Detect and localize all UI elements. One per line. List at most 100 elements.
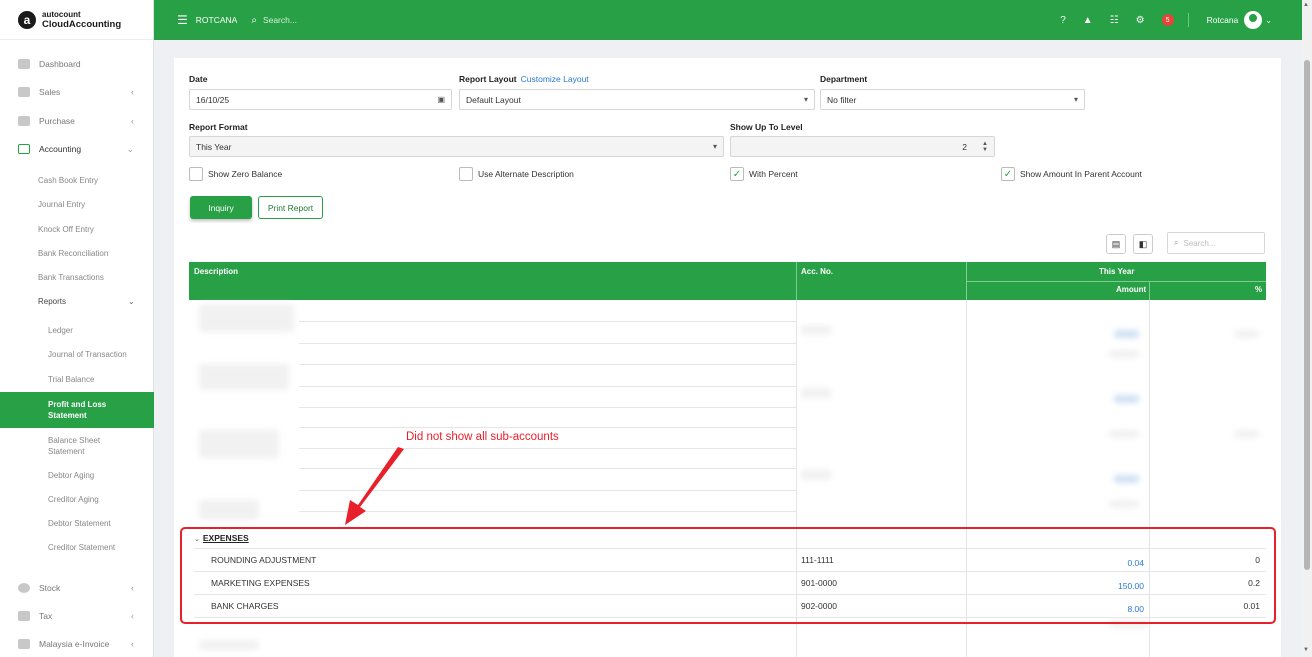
sidebar-item-label: Profit and Loss Statement [48, 400, 107, 420]
sidebar-item-label: Accounting [39, 144, 82, 154]
redacted-block [199, 304, 294, 332]
stock-icon [18, 583, 30, 593]
annotation-highlight-box [180, 527, 1276, 624]
sidebar-item-tax[interactable]: Tax ‹ [0, 604, 154, 628]
sidebar: a autocount CloudAccounting Dashboard Sa… [0, 0, 154, 657]
sidebar-item-balance-sheet-statement[interactable]: Balance Sheet Statement [48, 435, 118, 457]
sidebar-item-dashboard[interactable]: Dashboard [0, 52, 154, 76]
e-invoice-icon [18, 639, 30, 649]
divider [299, 427, 796, 428]
inquiry-button[interactable]: Inquiry [190, 196, 252, 219]
report-layout-value: Default Layout [466, 94, 521, 105]
global-search-input[interactable]: Search... [263, 15, 297, 25]
divider [299, 511, 796, 512]
sidebar-item-debtor-statement[interactable]: Debtor Statement [48, 519, 111, 528]
chevron-left-icon: ‹ [131, 583, 134, 593]
avatar[interactable] [1244, 11, 1263, 29]
checkmark-icon[interactable]: ✓ [1001, 167, 1015, 181]
report-format-select[interactable]: This Year ▾ [189, 136, 724, 157]
checkbox-unchecked-icon[interactable] [459, 167, 473, 181]
divider [299, 490, 796, 491]
gear-icon[interactable]: ⚙ [1136, 15, 1145, 26]
date-field[interactable]: 16/10/25 ▣ [189, 89, 452, 110]
show-up-to-level-stepper[interactable]: 2 ▲ ▼ [730, 136, 995, 157]
sidebar-item-knock-off-entry[interactable]: Knock Off Entry [38, 225, 94, 234]
sidebar-item-sales[interactable]: Sales ‹ [0, 80, 154, 104]
app-logo[interactable]: a autocount CloudAccounting [0, 0, 153, 40]
sidebar-item-cash-book-entry[interactable]: Cash Book Entry [38, 176, 98, 185]
report-layout-label: Report Layout Customize Layout [459, 74, 589, 84]
sidebar-item-label: Reports [38, 297, 67, 306]
divider [299, 407, 796, 408]
redacted-block [1114, 475, 1139, 483]
sidebar-item-profit-and-loss-statement[interactable]: Profit and Loss Statement [0, 392, 154, 428]
hamburger-menu-icon[interactable]: ☰ [177, 13, 188, 27]
use-alternate-description-checkbox[interactable]: Use Alternate Description [459, 167, 574, 181]
columns-toggle-icon[interactable]: ◧ [1133, 234, 1153, 254]
bell-icon[interactable]: ▲ [1083, 15, 1093, 26]
stepper-arrows-icon[interactable]: ▲ ▼ [982, 141, 988, 153]
export-file-icon[interactable]: ▤ [1106, 234, 1126, 254]
company-selector[interactable]: ROTCANA [196, 15, 238, 25]
sidebar-item-creditor-aging[interactable]: Creditor Aging [48, 495, 99, 504]
divider [1187, 13, 1189, 27]
search-icon[interactable]: ⌕ [251, 15, 257, 26]
chevron-down-icon: ⌄ [128, 297, 135, 306]
sidebar-item-stock[interactable]: Stock ‹ [0, 576, 154, 600]
department-select[interactable]: No filter ▾ [820, 89, 1085, 110]
scrollbar-thumb[interactable] [1304, 60, 1310, 570]
sidebar-item-purchase[interactable]: Purchase ‹ [0, 109, 154, 133]
logo-brand-bottom: CloudAccounting [42, 18, 122, 30]
level-value: 2 [962, 141, 967, 152]
divider [299, 468, 796, 469]
show-amount-in-parent-account-checkbox[interactable]: ✓ Show Amount In Parent Account [1001, 167, 1142, 181]
report-layout-select[interactable]: Default Layout ▾ [459, 89, 815, 110]
sidebar-item-ledger[interactable]: Ledger [48, 326, 73, 335]
apps-grid-icon[interactable]: ☷ [1110, 15, 1119, 26]
sidebar-item-bank-transactions[interactable]: Bank Transactions [38, 273, 104, 282]
page-scrollbar[interactable]: ▲ ▼ [1302, 0, 1312, 657]
user-name[interactable]: Rotcana [1207, 15, 1239, 25]
with-percent-checkbox[interactable]: ✓ With Percent [730, 167, 798, 181]
dropdown-caret-icon: ▾ [803, 95, 808, 104]
column-header-description[interactable]: Description [194, 267, 238, 276]
date-label: Date [189, 74, 208, 84]
show-zero-balance-checkbox[interactable]: Show Zero Balance [189, 167, 282, 181]
logo-brand-top: autocount [42, 9, 81, 19]
sidebar-item-journal-of-transaction[interactable]: Journal of Transaction [48, 350, 127, 359]
redacted-block [1109, 500, 1139, 508]
calendar-icon[interactable]: ▣ [437, 95, 445, 104]
divider [299, 343, 796, 344]
sidebar-item-accounting[interactable]: Accounting ⌄ [0, 137, 154, 161]
redacted-block [199, 640, 259, 650]
customize-layout-link[interactable]: Customize Layout [521, 74, 589, 84]
sidebar-item-trial-balance[interactable]: Trial Balance [48, 375, 94, 384]
redacted-block [801, 325, 831, 335]
redacted-block [801, 388, 831, 398]
tax-icon [18, 611, 30, 621]
divider [966, 281, 1266, 282]
show-up-to-level-label: Show Up To Level [730, 122, 803, 132]
help-icon[interactable]: ? [1060, 15, 1066, 26]
table-search-input[interactable]: ⌕ Search... [1167, 232, 1265, 254]
notification-badge[interactable]: 5 [1161, 14, 1174, 26]
sidebar-item-malaysia-e-invoice[interactable]: Malaysia e-Invoice ‹ [0, 632, 154, 656]
sidebar-item-reports[interactable]: Reports ⌄ [38, 297, 148, 306]
divider [299, 386, 796, 387]
scroll-down-icon[interactable]: ▼ [1303, 647, 1309, 653]
column-header-acc-no[interactable]: Acc. No. [801, 267, 833, 276]
sidebar-item-label: Stock [39, 583, 61, 593]
print-report-button[interactable]: Print Report [258, 196, 323, 219]
sidebar-item-bank-reconciliation[interactable]: Bank Reconciliation [38, 249, 108, 258]
checkbox-label: With Percent [749, 169, 798, 179]
column-header-percent[interactable]: % [1255, 285, 1262, 294]
sidebar-item-journal-entry[interactable]: Journal Entry [38, 200, 85, 209]
scroll-up-icon[interactable]: ▲ [1303, 2, 1309, 8]
sidebar-item-creditor-statement[interactable]: Creditor Statement [48, 543, 115, 552]
checkmark-icon[interactable]: ✓ [730, 167, 744, 181]
report-format-label: Report Format [189, 122, 248, 132]
checkbox-unchecked-icon[interactable] [189, 167, 203, 181]
column-header-amount[interactable]: Amount [1116, 285, 1146, 294]
chevron-down-icon[interactable]: ⌄ [1265, 16, 1272, 25]
sidebar-item-debtor-aging[interactable]: Debtor Aging [48, 471, 94, 480]
